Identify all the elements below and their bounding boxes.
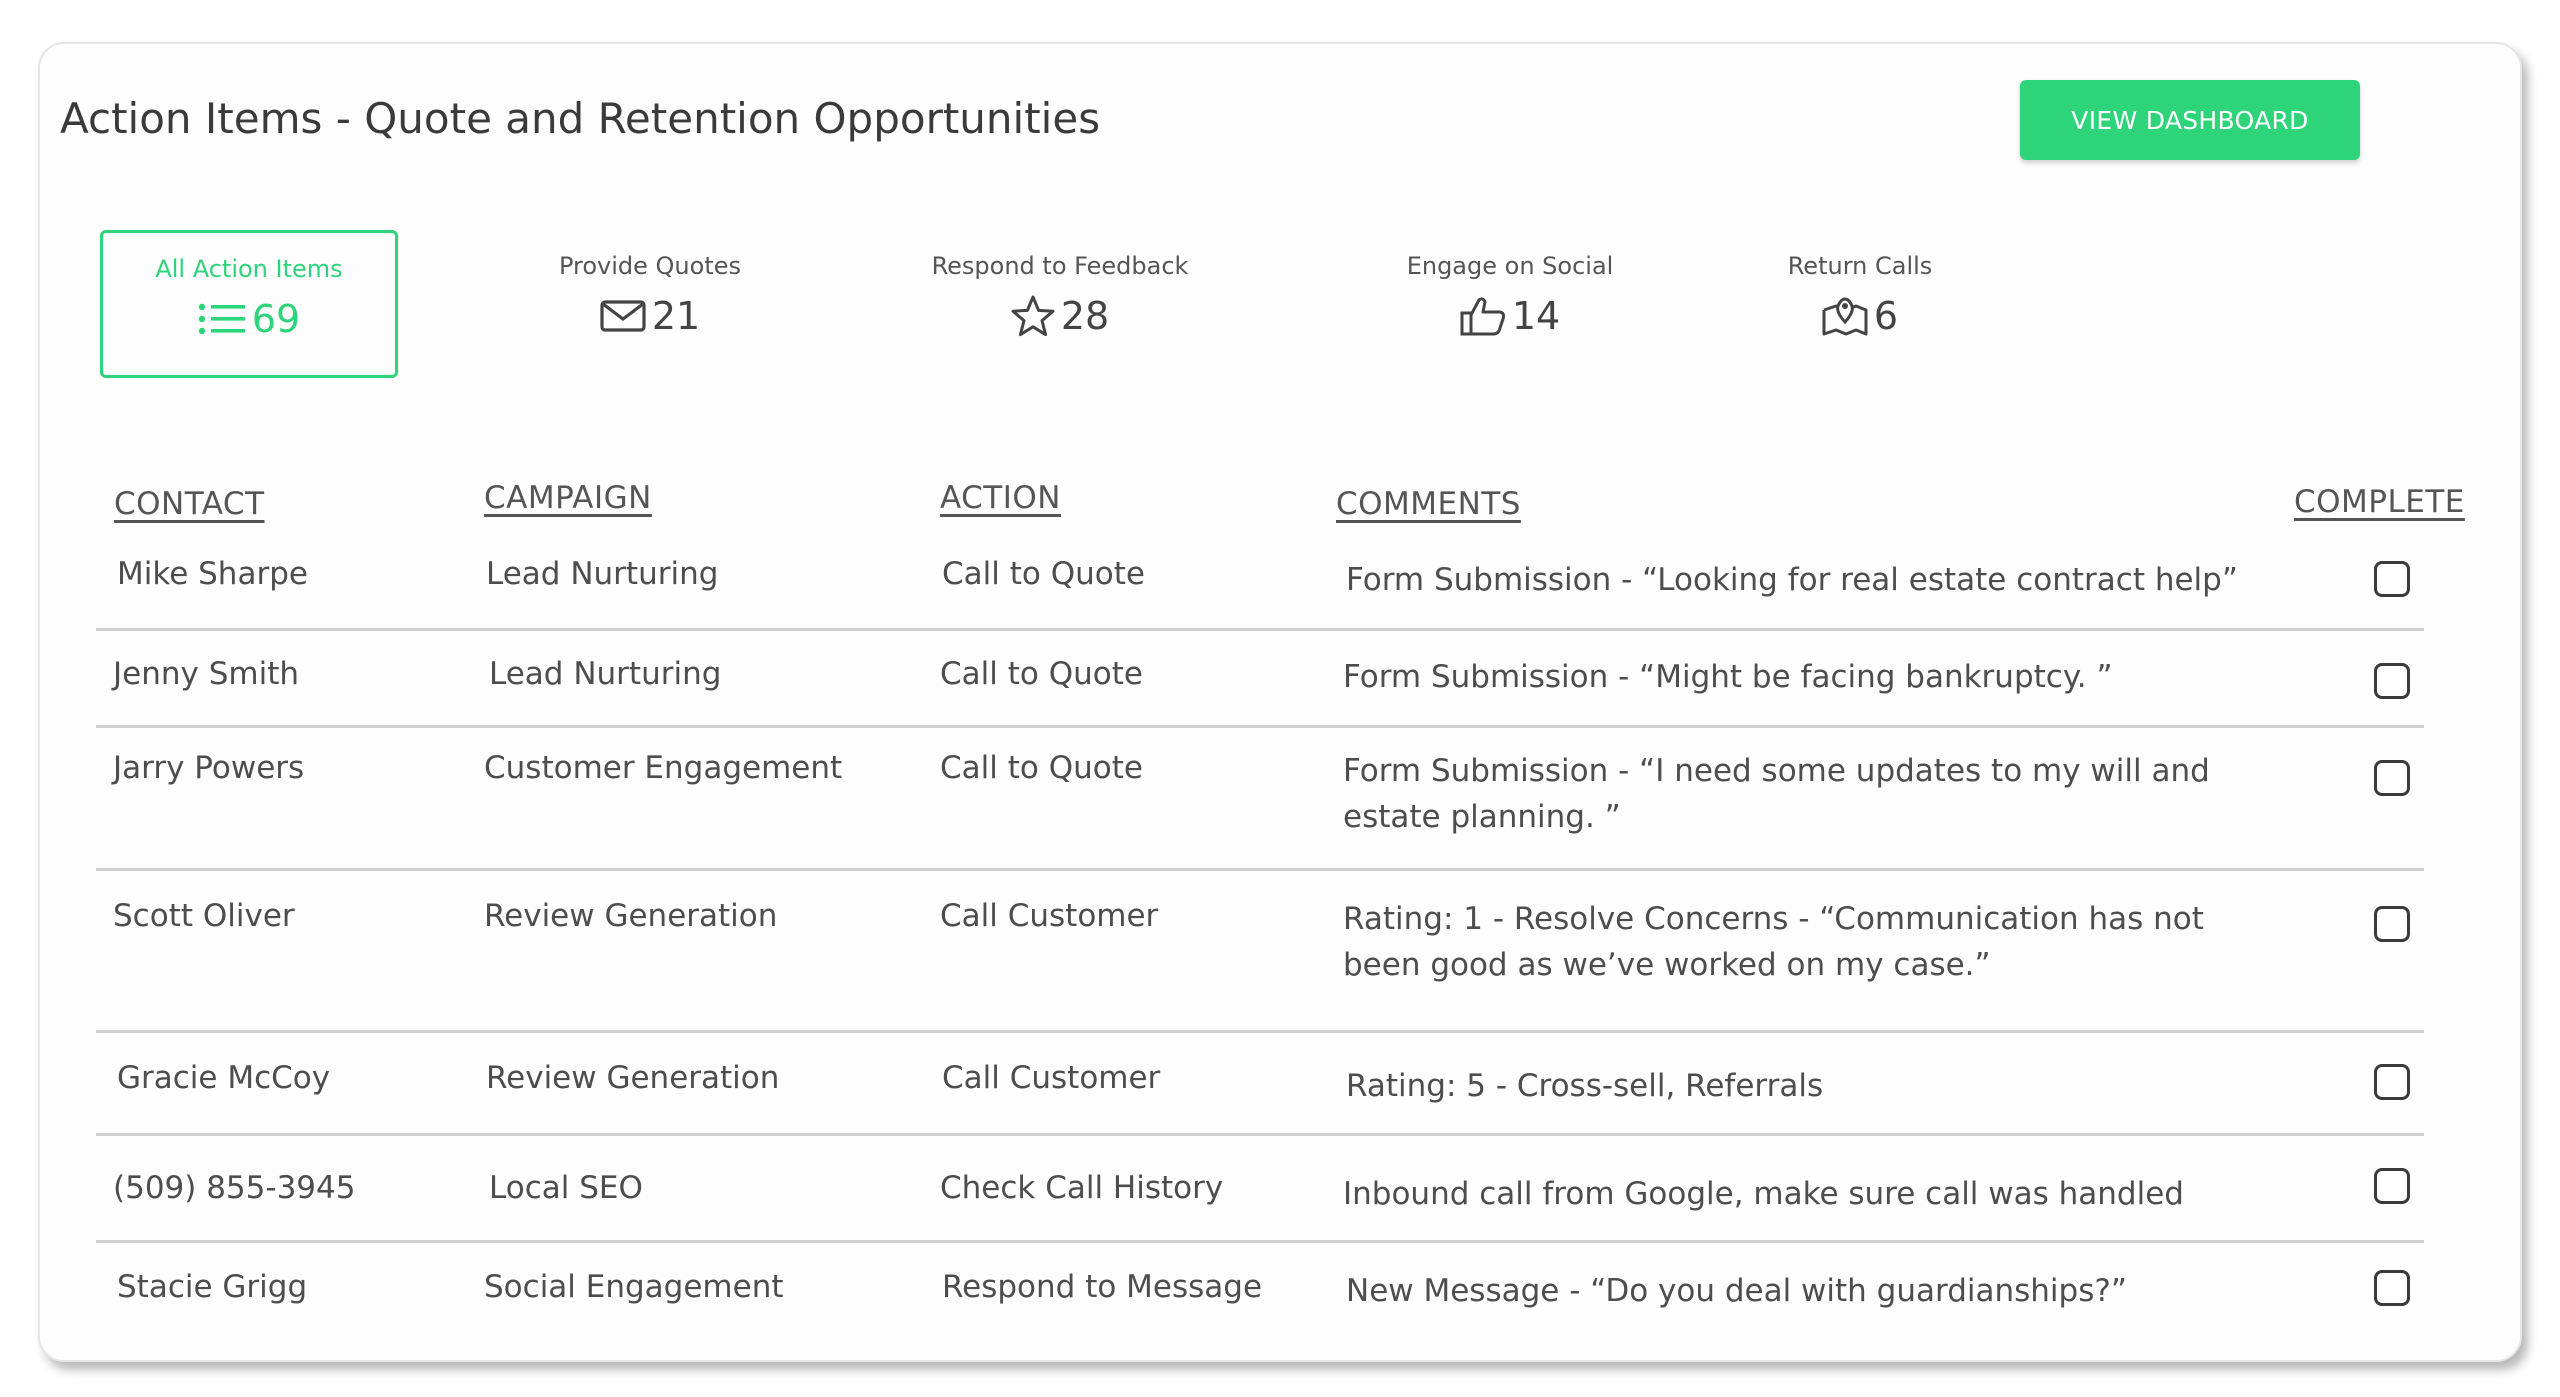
row-divider <box>96 1133 2424 1136</box>
comment-cell: Rating: 5 - Cross-sell, Referrals <box>1346 1068 1824 1104</box>
list-icon <box>198 302 246 336</box>
stat-value: 14 <box>1511 294 1561 338</box>
action-items-card <box>38 42 2522 1362</box>
row-divider <box>96 1240 2424 1243</box>
stat-label: All Action Items <box>155 255 343 283</box>
column-header-complete[interactable]: COMPLETE <box>2294 484 2465 520</box>
tab-engage-on-social[interactable]: Engage on Social 14 <box>1360 230 1660 378</box>
contact-cell: Gracie McCoy <box>117 1060 331 1096</box>
action-cell: Call Customer <box>942 1060 1161 1096</box>
stat-label: Engage on Social <box>1406 252 1614 280</box>
tab-all-action-items[interactable]: All Action Items 69 <box>100 230 398 378</box>
comment-cell: New Message - “Do you deal with guardian… <box>1346 1273 2127 1309</box>
campaign-cell: Review Generation <box>486 1060 780 1096</box>
stat-label: Provide Quotes <box>558 252 742 280</box>
action-cell: Call to Quote <box>942 556 1145 592</box>
action-cell: Respond to Message <box>942 1269 1263 1305</box>
tab-respond-to-feedback[interactable]: Respond to Feedback 28 <box>910 230 1210 378</box>
stat-label: Return Calls <box>1787 252 1933 280</box>
row-divider <box>96 725 2424 728</box>
contact-cell: (509) 855-3945 <box>113 1170 356 1206</box>
contact-cell: Stacie Grigg <box>117 1269 308 1305</box>
contact-cell: Mike Sharpe <box>117 556 308 592</box>
envelope-icon <box>600 299 646 333</box>
campaign-cell: Local SEO <box>489 1170 643 1206</box>
campaign-cell: Customer Engagement <box>484 750 843 786</box>
complete-checkbox[interactable] <box>2374 663 2410 699</box>
stat-value: 21 <box>651 294 701 338</box>
row-divider <box>96 628 2424 631</box>
row-divider <box>96 868 2424 871</box>
comment-cell: Form Submission - “Looking for real esta… <box>1346 562 2238 598</box>
tab-provide-quotes[interactable]: Provide Quotes 21 <box>500 230 800 378</box>
thumbs-up-icon <box>1460 296 1506 336</box>
campaign-cell: Lead Nurturing <box>486 556 719 592</box>
view-dashboard-button[interactable]: VIEW DASHBOARD <box>2020 80 2360 160</box>
column-header-action[interactable]: ACTION <box>940 480 1061 516</box>
stat-value: 28 <box>1060 294 1110 338</box>
complete-checkbox[interactable] <box>2374 1168 2410 1204</box>
column-header-campaign[interactable]: CAMPAIGN <box>484 480 652 516</box>
contact-cell: Jenny Smith <box>113 656 299 692</box>
complete-checkbox[interactable] <box>2374 1270 2410 1306</box>
map-pin-icon <box>1822 296 1868 336</box>
column-header-comments[interactable]: COMMENTS <box>1336 486 1521 522</box>
contact-cell: Jarry Powers <box>113 750 305 786</box>
tab-return-calls[interactable]: Return Calls 6 <box>1740 230 1980 378</box>
action-cell: Call Customer <box>940 898 1159 934</box>
stat-value: 6 <box>1873 294 1899 338</box>
column-header-contact[interactable]: CONTACT <box>114 486 265 522</box>
star-icon <box>1011 295 1055 337</box>
comment-cell: Inbound call from Google, make sure call… <box>1343 1176 2184 1212</box>
campaign-cell: Social Engagement <box>484 1269 784 1305</box>
page-title: Action Items - Quote and Retention Oppor… <box>60 94 1101 143</box>
comment-cell: Rating: 1 - Resolve Concerns - “Communic… <box>1343 901 2204 983</box>
campaign-cell: Review Generation <box>484 898 778 934</box>
campaign-cell: Lead Nurturing <box>489 656 722 692</box>
action-cell: Call to Quote <box>940 656 1143 692</box>
complete-checkbox[interactable] <box>2374 1064 2410 1100</box>
comment-cell: Form Submission - “I need some updates t… <box>1343 753 2210 835</box>
comment-cell: Form Submission - “Might be facing bankr… <box>1343 659 2113 695</box>
contact-cell: Scott Oliver <box>113 898 295 934</box>
complete-checkbox[interactable] <box>2374 561 2410 597</box>
action-cell: Check Call History <box>940 1170 1224 1206</box>
stat-value: 69 <box>251 297 301 341</box>
stat-label: Respond to Feedback <box>931 252 1189 280</box>
complete-checkbox[interactable] <box>2374 906 2410 942</box>
complete-checkbox[interactable] <box>2374 760 2410 796</box>
action-cell: Call to Quote <box>940 750 1143 786</box>
row-divider <box>96 1030 2424 1033</box>
